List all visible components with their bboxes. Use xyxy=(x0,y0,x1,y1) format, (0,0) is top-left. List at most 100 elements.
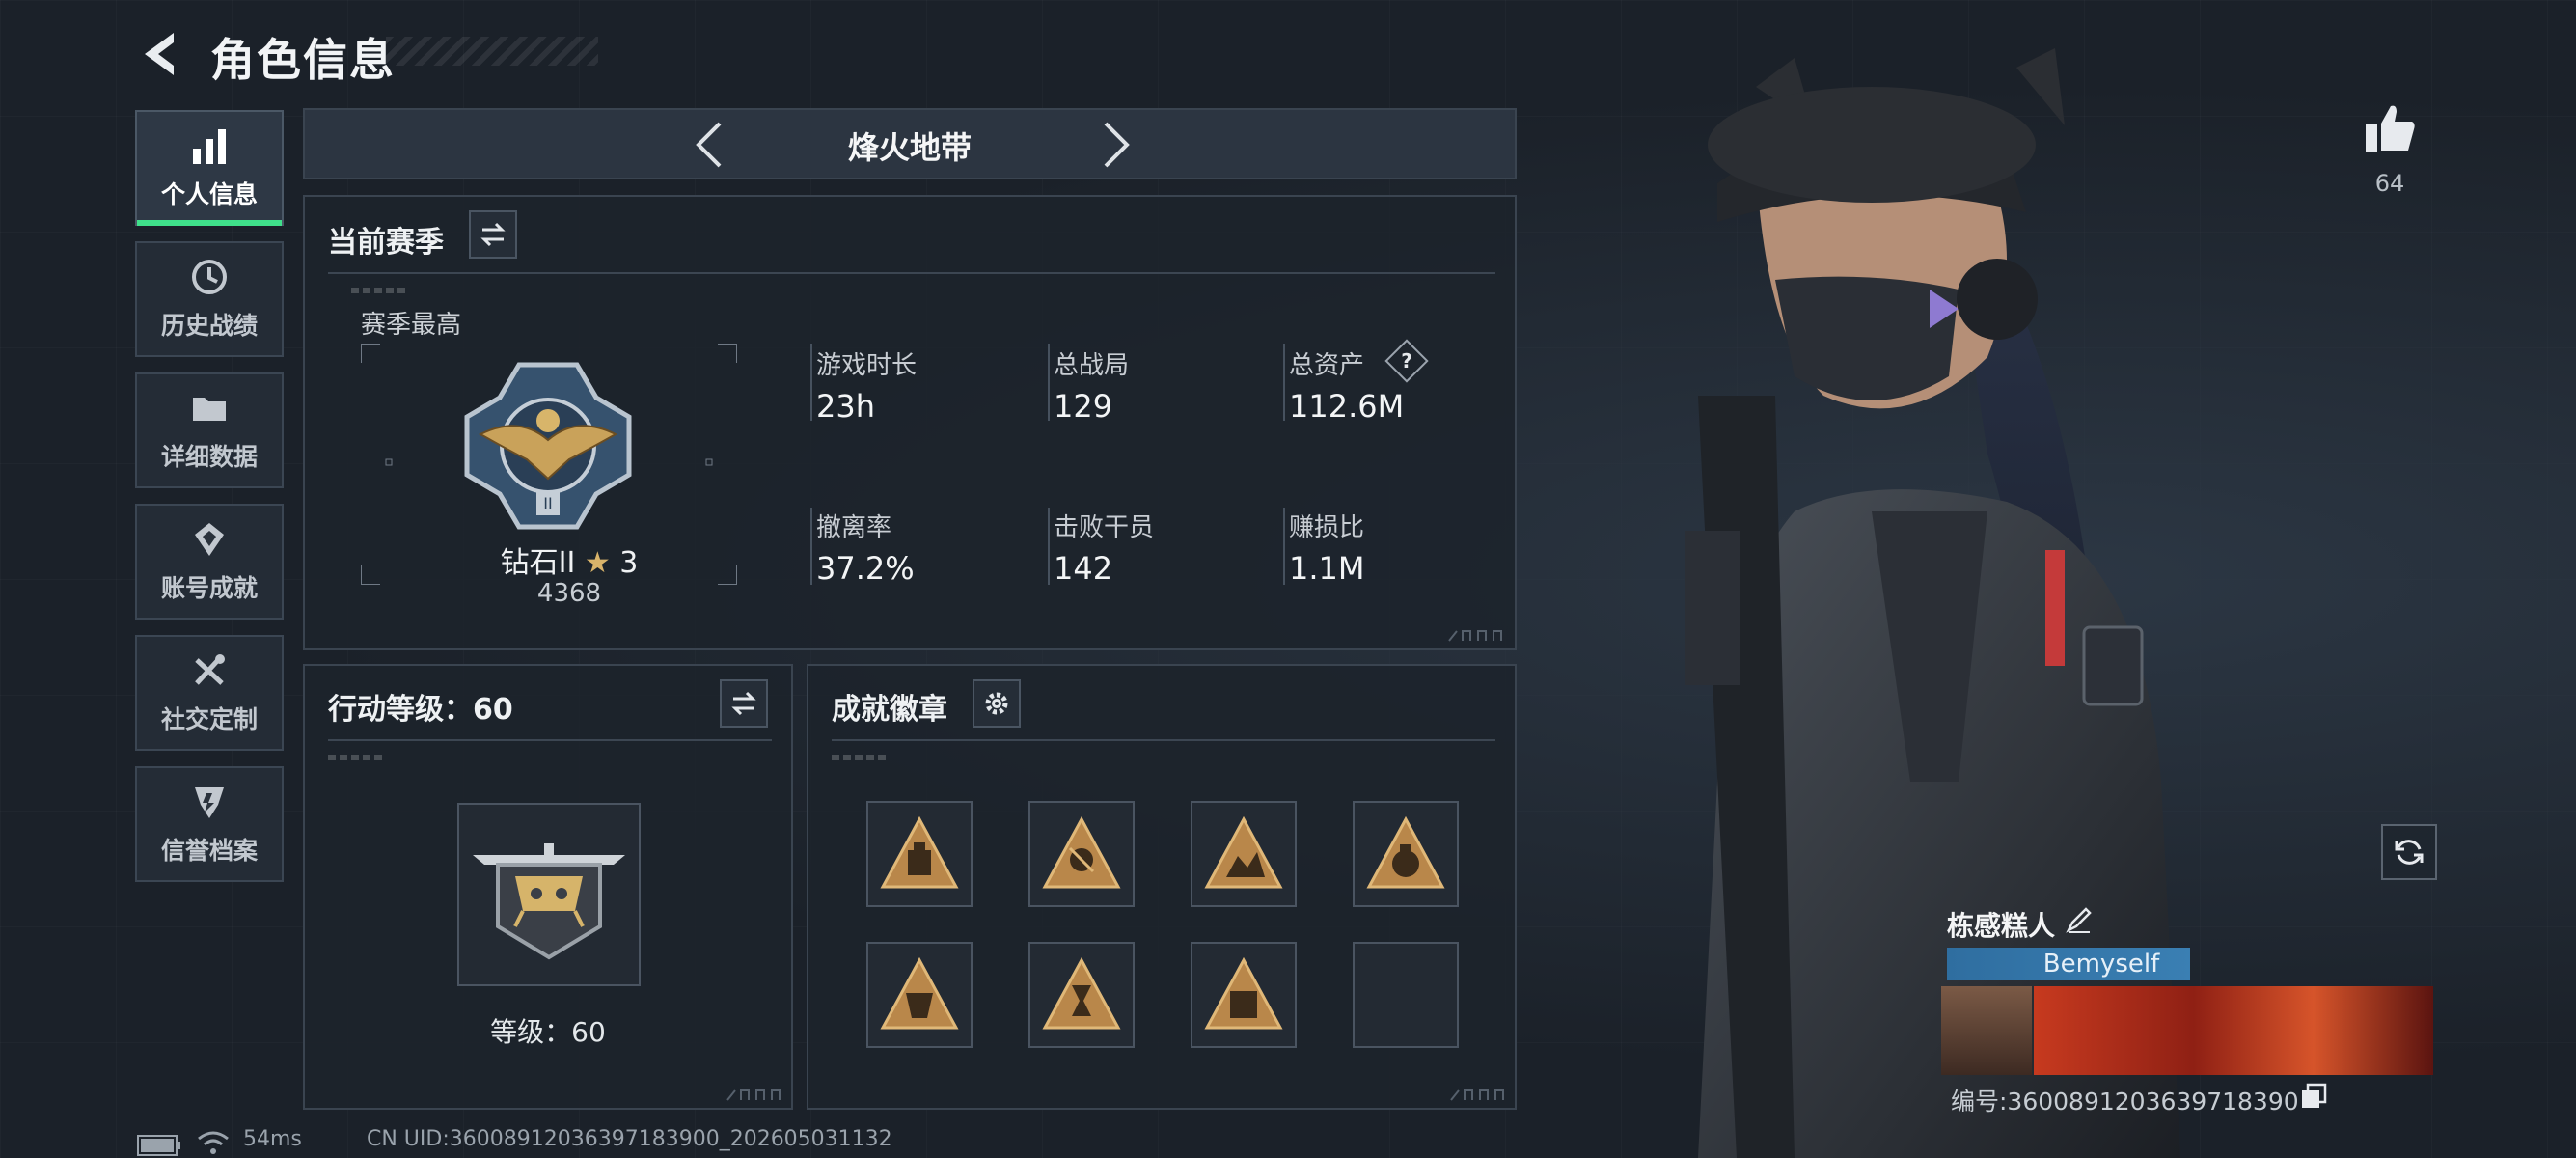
triangle-badge-icon xyxy=(1042,815,1121,889)
thumbs-up-icon[interactable] xyxy=(2362,100,2418,156)
achievements-settings-button[interactable] xyxy=(973,679,1021,728)
achievement-badge[interactable] xyxy=(1191,942,1297,1048)
level-text: 等级：60 xyxy=(490,1016,606,1048)
help-icon[interactable]: ? xyxy=(1384,339,1429,383)
decoration-ticks xyxy=(832,755,890,760)
stat-bar xyxy=(1283,344,1285,421)
svg-text:II: II xyxy=(543,494,552,512)
corner-decoration xyxy=(1448,630,1502,642)
stat-bar xyxy=(810,344,812,421)
card-banner[interactable] xyxy=(2034,986,2433,1075)
achievement-badge[interactable] xyxy=(866,801,973,907)
triangle-badge-icon xyxy=(1366,815,1445,889)
stat-bar xyxy=(1048,508,1050,585)
rank-score: 4368 xyxy=(536,579,602,608)
sidebar-item-history[interactable]: 历史战绩 xyxy=(135,241,284,357)
achievement-badge-empty[interactable] xyxy=(1353,942,1459,1048)
card-portrait[interactable] xyxy=(1941,986,2032,1075)
triangle-badge-icon xyxy=(1204,815,1283,889)
level-switch-button[interactable] xyxy=(720,679,768,728)
sidebar-item-detail-data[interactable]: 详细数据 xyxy=(135,372,284,488)
helicopter-emblem-icon xyxy=(473,843,625,960)
stat-bar xyxy=(810,508,812,585)
history-icon xyxy=(192,260,227,294)
footer-uid: CN UID:36008912036397183900_202605031132 xyxy=(367,1127,892,1151)
sidebar-item-label: 历史战绩 xyxy=(160,312,258,340)
corner-decoration xyxy=(726,1089,781,1101)
wifi-icon xyxy=(198,1131,229,1154)
tools-icon xyxy=(195,654,225,685)
stat-value-profit-ratio: 1.1M xyxy=(1289,550,1365,587)
rank-diamond-emblem-icon: II xyxy=(464,362,632,530)
corner-decoration xyxy=(1450,1089,1504,1101)
stat-value-kills: 142 xyxy=(1054,550,1113,587)
title-decoration xyxy=(386,37,598,66)
bar-chart-icon xyxy=(193,129,226,164)
swap-icon xyxy=(480,222,506,247)
season-switch-button[interactable] xyxy=(469,210,517,259)
refresh-icon xyxy=(2395,840,2424,865)
sidebar-item-label: 信誉档案 xyxy=(160,837,258,865)
stat-label-matches: 总战局 xyxy=(1054,351,1130,380)
level-panel: 行动等级：60 等级：60 xyxy=(303,664,793,1110)
achievement-badge[interactable] xyxy=(1353,801,1459,907)
decoration-ticks xyxy=(351,288,409,293)
sidebar-item-personal-info[interactable]: 个人信息 xyxy=(135,110,284,226)
mode-name: 烽火地带 xyxy=(847,129,972,166)
stat-value-playtime: 23h xyxy=(816,388,875,425)
like-count: 64 xyxy=(2374,170,2405,197)
achievements-title: 成就徽章 xyxy=(832,693,947,727)
triangle-badge-icon xyxy=(1042,956,1121,1030)
season-best-label: 赛季最高 xyxy=(361,311,462,340)
swap-icon xyxy=(731,691,756,716)
stat-label-assets: 总资产 xyxy=(1289,351,1365,380)
divider xyxy=(328,272,1495,274)
battery-icon xyxy=(137,1135,180,1156)
sidebar-item-credit[interactable]: 信誉档案 xyxy=(135,766,284,882)
level-title: 行动等级：60 xyxy=(328,693,513,727)
player-name: 栋感糕人 xyxy=(1947,910,2056,942)
stat-label-extract-rate: 撤离率 xyxy=(816,513,892,542)
page-title: 角色信息 xyxy=(210,34,396,86)
level-emblem-frame xyxy=(457,803,641,986)
sidebar-item-label: 社交定制 xyxy=(160,705,258,733)
sidebar-item-achievements[interactable]: 账号成就 xyxy=(135,504,284,620)
rank-star-icon: ★ xyxy=(584,546,611,580)
ping-text: 54ms xyxy=(243,1127,302,1151)
achievement-badge[interactable] xyxy=(1028,801,1135,907)
player-tag: Bemyself xyxy=(2042,950,2160,979)
stat-label-profit-ratio: 赚损比 xyxy=(1289,513,1365,542)
gear-icon xyxy=(985,692,1008,715)
sidebar-item-social[interactable]: 社交定制 xyxy=(135,635,284,751)
achievement-badge[interactable] xyxy=(1028,942,1135,1048)
stat-bar xyxy=(1048,344,1050,421)
triangle-badge-icon xyxy=(880,815,959,889)
stat-label-kills: 击败干员 xyxy=(1054,513,1155,542)
achievement-badge[interactable] xyxy=(866,942,973,1048)
sidebar-item-label: 详细数据 xyxy=(160,443,258,471)
sidebar-item-label: 个人信息 xyxy=(160,180,258,208)
mode-selector: 烽火地带 xyxy=(303,108,1517,179)
achievement-badge[interactable] xyxy=(1191,801,1297,907)
rank-label: 钻石II ★ 3 xyxy=(473,538,666,581)
rank-name: 钻石II xyxy=(500,546,576,580)
credit-icon xyxy=(195,787,224,818)
triangle-badge-icon xyxy=(1204,956,1283,1030)
season-panel: 当前赛季 赛季最高 II 钻石II ★ 3 4368 游戏时长 23h 总战局 … xyxy=(303,195,1517,650)
back-arrow-icon[interactable] xyxy=(135,27,183,81)
player-uid: 编号:3600891203639718390 xyxy=(1951,1088,2299,1116)
stat-value-extract-rate: 37.2% xyxy=(816,550,915,587)
next-mode-arrow-icon[interactable] xyxy=(1096,120,1135,170)
triangle-badge-icon xyxy=(880,956,959,1030)
stat-value-matches: 129 xyxy=(1054,388,1113,425)
sidebar-item-label: 账号成就 xyxy=(160,574,258,602)
achievements-panel: 成就徽章 xyxy=(807,664,1517,1110)
folder-icon xyxy=(193,398,226,421)
edit-pencil-icon[interactable] xyxy=(2065,905,2094,934)
divider xyxy=(328,739,772,741)
refresh-button[interactable] xyxy=(2381,824,2437,880)
rank-stars: 3 xyxy=(619,546,639,580)
season-title: 当前赛季 xyxy=(328,226,444,260)
divider xyxy=(832,739,1495,741)
copy-icon[interactable] xyxy=(2300,1083,2327,1110)
